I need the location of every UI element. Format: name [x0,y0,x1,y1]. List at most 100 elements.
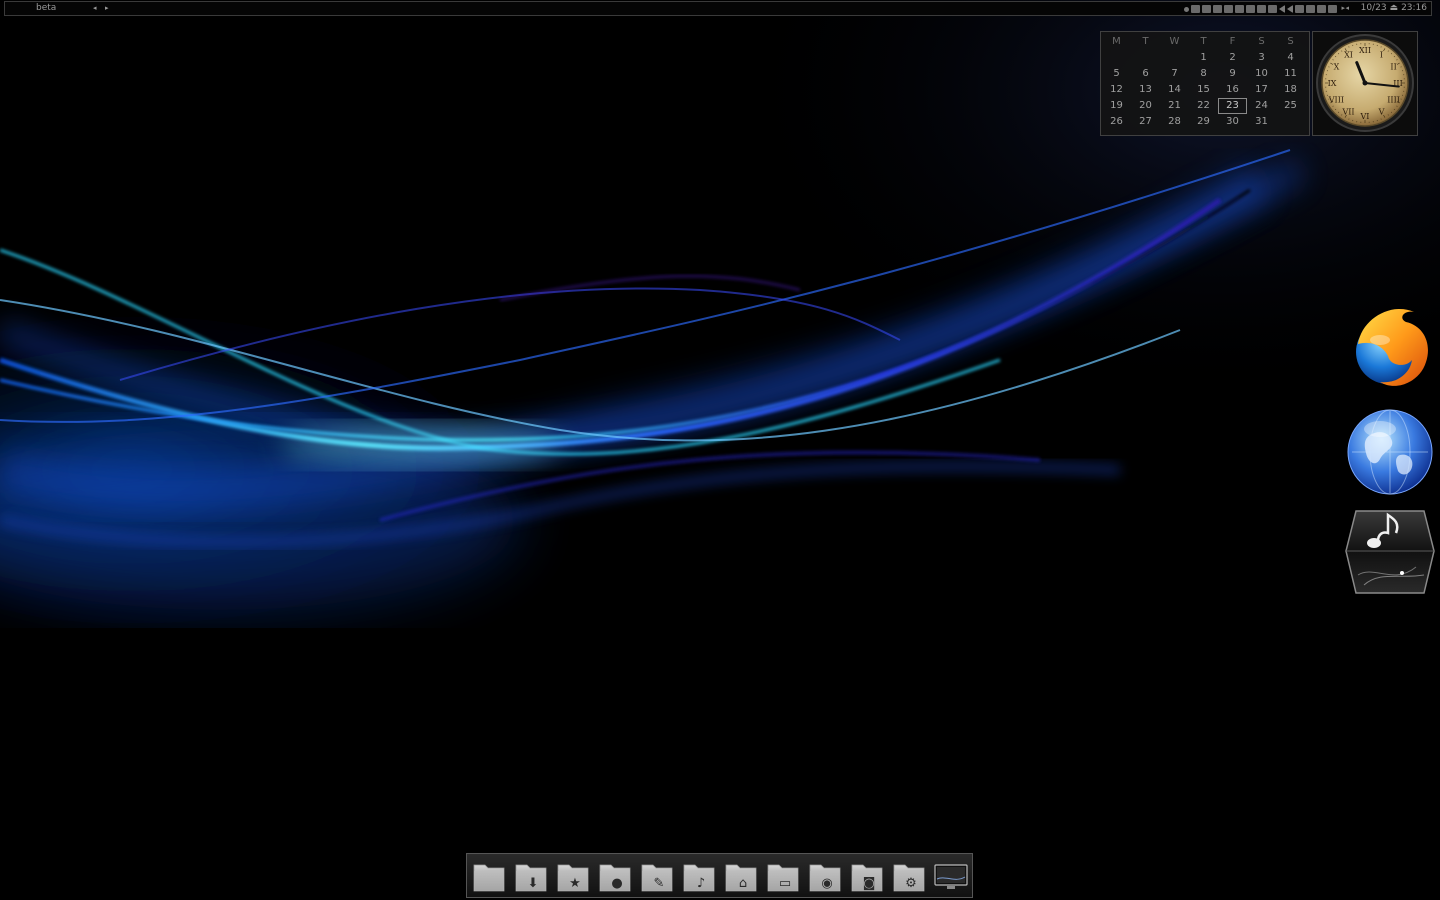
refresh-icon[interactable] [1328,5,1337,13]
pointer-icon[interactable] [1246,5,1255,13]
dock-item[interactable]: ◙ [849,857,885,895]
top-panel: beta ◂ ▸ ◂ ▸ 10/23 ⏏ 23:16 [4,1,1432,16]
calendar-day[interactable]: 6 [1131,66,1160,82]
folder-icon [473,864,505,891]
svg-text:⬇: ⬇ [528,876,539,891]
dock-item[interactable]: ◉ [807,857,843,895]
clock-numeral: VI [1360,112,1370,121]
dock-item[interactable] [471,857,507,895]
calendar-day[interactable]: 21 [1160,98,1189,114]
calendar-day[interactable]: 4 [1276,50,1305,66]
folder-tools-icon: ✎ [641,864,673,891]
calendar-day[interactable]: 26 [1102,114,1131,130]
clock-numeral: I [1380,50,1383,59]
printer-icon[interactable] [1257,5,1266,13]
calendar-day[interactable]: 17 [1247,82,1276,98]
screen-icon[interactable] [1295,5,1304,13]
tray-dot-icon[interactable] [1184,6,1189,12]
calendar-weekday: T [1200,36,1207,47]
dock-item[interactable]: ⬇ [513,857,549,895]
time-text: 23:16 [1401,3,1427,13]
dock-item[interactable]: ▭ [765,857,801,895]
dock-item[interactable]: ✎ [639,857,675,895]
svg-text:★: ★ [569,876,581,891]
calendar-day[interactable]: 7 [1160,66,1189,82]
folder-web-icon: ◉ [809,864,841,891]
calendar-weekday: F [1229,36,1236,47]
dock: ⬇ ★ ● ✎ ♪ ⌂ ▭ ◉ ◙ ⚙ [466,853,973,898]
dock-item[interactable]: ♪ [681,857,717,895]
cpu-icon[interactable] [1235,5,1244,13]
calendar-day[interactable]: 27 [1131,114,1160,130]
calendar-day[interactable]: 2 [1218,50,1247,66]
calendar-today[interactable]: 23 [1218,98,1247,114]
sync-icon[interactable] [1306,5,1315,13]
svg-text:◉: ◉ [821,876,832,891]
calendar-day[interactable]: 20 [1131,98,1160,114]
calendar-day[interactable]: 29 [1189,114,1218,130]
bluetooth-icon[interactable] [1213,5,1222,13]
music-launcher[interactable] [1344,505,1436,597]
calendar-day[interactable]: 25 [1276,98,1305,114]
calendar-day[interactable]: 31 [1247,114,1276,130]
browser-launcher[interactable] [1344,405,1436,497]
calendar-day[interactable]: 12 [1102,82,1131,98]
calendar-weekday: S [1287,36,1294,47]
calendar-day[interactable]: 18 [1276,82,1305,98]
calendar-day[interactable]: 24 [1247,98,1276,114]
folder-download-icon: ⬇ [515,864,547,891]
datetime[interactable]: 10/23 ⏏ 23:16 [1361,2,1427,15]
tray-next-arrow-icon[interactable]: ▸ [1341,2,1345,15]
desktop: beta ◂ ▸ ◂ ▸ 10/23 ⏏ 23:16 M T W T F S S… [0,0,1440,900]
dock-item[interactable]: ● [597,857,633,895]
clock-numeral: X [1334,63,1340,72]
workspace-label[interactable]: beta [36,2,56,15]
dock-item[interactable]: ⌂ [723,857,759,895]
firefox-launcher[interactable] [1344,300,1436,392]
calendar-day[interactable]: 5 [1102,66,1131,82]
calendar-day[interactable]: 9 [1218,66,1247,82]
calendar-day[interactable]: 30 [1218,114,1247,130]
calendar-weekday: M [1112,36,1121,47]
folder-home-icon: ⌂ [725,864,757,891]
dock-item[interactable] [933,857,969,895]
calendar-day[interactable]: 8 [1189,66,1218,82]
calendar-day[interactable]: 28 [1160,114,1189,130]
network-icon[interactable] [1191,5,1200,13]
calendar-day[interactable]: 13 [1131,82,1160,98]
calendar-day[interactable]: 22 [1189,98,1218,114]
settings-icon[interactable] [1202,5,1211,13]
svg-text:▭: ▭ [779,876,791,891]
clock-small-icon: ⏏ [1389,3,1399,13]
calendar-day[interactable]: 3 [1247,50,1276,66]
tray-prev-icon[interactable]: ◂ [1345,2,1349,15]
clock-numeral: II [1390,63,1396,72]
calendar-day[interactable]: 16 [1218,82,1247,98]
hand-icon[interactable] [1317,5,1326,13]
globe-icon [1347,409,1433,495]
calendar-day[interactable]: 1 [1189,50,1218,66]
drive-icon[interactable] [1224,5,1233,13]
calendar-widget[interactable]: M T W T F S S 1 2 3 4 5 6 7 8 9 10 11 12 13 14 15 16 17 18 19 20 21… [1100,31,1310,136]
calendar-day[interactable]: 15 [1189,82,1218,98]
workspace-next-icon[interactable]: ▸ [105,2,109,15]
calendar-grid: M T W T F S S 1 2 3 4 5 6 7 8 9 10 11 12 13 14 15 16 17 18 19 20 21… [1101,34,1305,130]
folder-camera-icon: ◙ [851,864,883,891]
monitor-icon [934,863,968,889]
arrow-icon[interactable] [1287,5,1293,13]
volume-icon[interactable] [1279,5,1285,13]
calendar-day[interactable]: 11 [1276,66,1305,82]
calendar-day[interactable]: 10 [1247,66,1276,82]
keyboard-icon[interactable] [1268,5,1277,13]
dock-item[interactable]: ⚙ [891,857,927,895]
workspace-prev-icon[interactable]: ◂ [93,2,97,15]
clock-widget[interactable]: XII I II III IIII V VI VII VIII IX X XI [1312,31,1418,136]
calendar-day[interactable]: 14 [1160,82,1189,98]
analog-clock-icon: XII IIIIIIIIIIVVIVIIVIIIIXXXI [1316,34,1414,132]
svg-text:◙: ◙ [863,876,876,891]
clock-numeral: IIII [1387,96,1400,105]
folder-music-icon: ♪ [683,864,715,891]
calendar-day[interactable]: 19 [1102,98,1131,114]
music-note-icon [1345,510,1435,594]
dock-item[interactable]: ★ [555,857,591,895]
